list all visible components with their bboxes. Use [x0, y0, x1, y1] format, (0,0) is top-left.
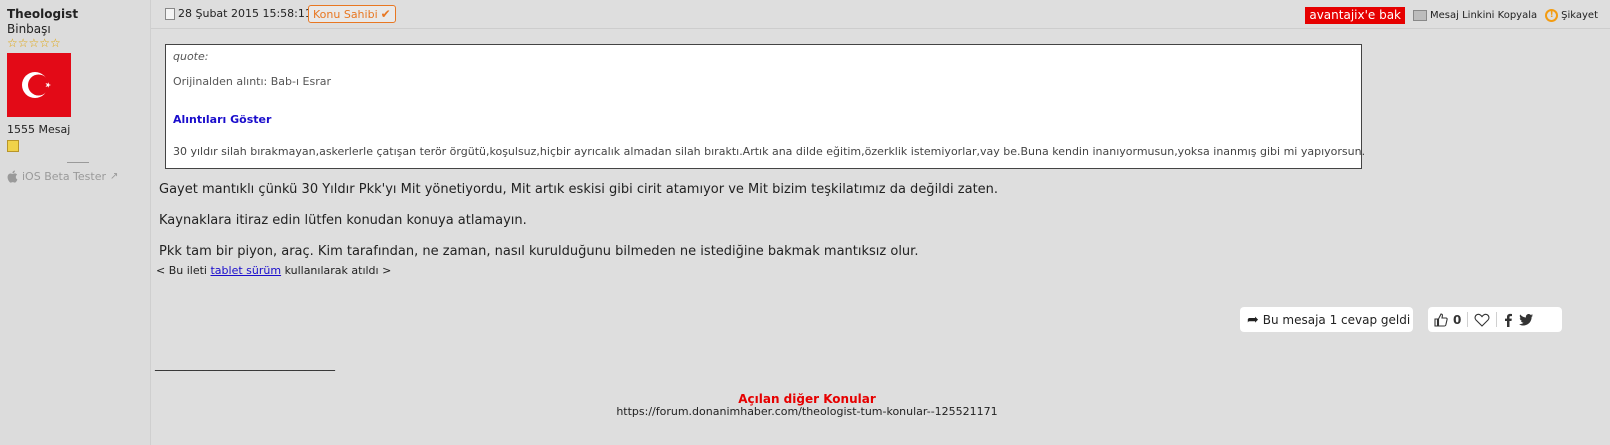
- external-link-icon: ↗: [110, 171, 119, 182]
- post-header-bar: 28 Şubat 2015 15:58:11 Konu Sahibi ✔ ava…: [151, 0, 1610, 29]
- user-rank: Binbaşı: [7, 22, 51, 36]
- user-sidebar: Theologist Binbaşı ☆☆☆☆☆ 1555 Mesaj iOS …: [0, 0, 151, 445]
- avatar[interactable]: [7, 53, 71, 117]
- tablet-version-link[interactable]: tablet sürüm: [210, 264, 281, 277]
- post-date-text: 28 Şubat 2015 15:58:11: [178, 7, 312, 20]
- replies-button[interactable]: ➦ Bu mesaja 1 cevap geldi: [1240, 307, 1413, 332]
- report-button[interactable]: ! Şikayet: [1545, 9, 1598, 22]
- quote-label: quote:: [173, 50, 209, 63]
- signature-separator: ______________________________: [155, 357, 335, 371]
- copy-link-label: Mesaj Linkini Kopyala: [1430, 10, 1538, 21]
- warning-icon: !: [1545, 9, 1559, 22]
- heart-icon: [1474, 313, 1490, 327]
- printer-icon: [1413, 10, 1428, 21]
- ios-label: iOS Beta Tester: [22, 170, 107, 183]
- award-badge-icon: [7, 140, 19, 152]
- reply-arrow-icon: ➦: [1247, 311, 1259, 328]
- post-actions: avantajix'e bak Mesaj Linkini Kopyala ! …: [1305, 7, 1598, 24]
- other-topics-url[interactable]: https://forum.donanimhaber.com/theologis…: [151, 405, 1463, 418]
- tablet-prefix: < Bu ileti: [156, 264, 211, 277]
- username[interactable]: Theologist: [7, 7, 150, 21]
- divider: [1496, 312, 1498, 327]
- replies-label: Bu mesaja 1 cevap geldi: [1262, 312, 1411, 327]
- apple-icon: [7, 170, 18, 183]
- quote-box: quote: Orijinalden alıntı: Bab-ı Esrar A…: [165, 44, 1366, 169]
- twitter-icon: [1519, 313, 1534, 325]
- message-count: 1555 Mesaj: [7, 123, 71, 136]
- post-paragraph-1: Gayet mantıklı çünkü 30 Yıldır Pkk'yı Mi…: [159, 182, 999, 197]
- other-topics-title: Açılan diğer Konular: [738, 392, 876, 406]
- post-paragraph-3: Pkk tam bir piyon, araç. Kim tarafından,…: [159, 244, 919, 259]
- tablet-note: < Bu ileti tablet sürüm kullanılarak atı…: [156, 264, 391, 277]
- thumbs-up-icon: [1434, 312, 1448, 327]
- copy-link-button[interactable]: Mesaj Linkini Kopyala: [1413, 10, 1537, 21]
- quote-text: 30 yıldır silah bırakmayan,askerlerle ça…: [173, 145, 1366, 158]
- owner-badge-label: Konu Sahibi: [313, 7, 378, 21]
- post-content: 28 Şubat 2015 15:58:11 Konu Sahibi ✔ ava…: [151, 0, 1610, 445]
- twitter-share-button[interactable]: [1519, 313, 1534, 326]
- checkmark-icon: ✔: [380, 6, 391, 21]
- ios-beta-tester[interactable]: iOS Beta Tester ↗: [7, 170, 150, 183]
- document-icon: [165, 7, 175, 20]
- favorite-button[interactable]: [1474, 313, 1490, 327]
- post-date: 28 Şubat 2015 15:58:11: [165, 7, 312, 20]
- divider: [67, 162, 89, 163]
- avantajix-button[interactable]: avantajix'e bak: [1305, 7, 1406, 24]
- topic-owner-badge: Konu Sahibi ✔: [308, 5, 396, 23]
- facebook-icon: [1505, 313, 1513, 327]
- quote-original: Orijinalden alıntı: Bab-ı Esrar: [173, 75, 331, 88]
- show-quotes-link[interactable]: Alıntıları Göster: [173, 113, 1354, 127]
- divider: [1467, 312, 1469, 327]
- social-actions: 0: [1428, 307, 1562, 332]
- turkish-flag-icon: [7, 53, 71, 117]
- tablet-suffix: kullanılarak atıldı >: [281, 264, 392, 277]
- report-label: Şikayet: [1561, 10, 1598, 21]
- like-count: 0: [1453, 312, 1462, 327]
- like-button[interactable]: 0: [1434, 313, 1461, 327]
- post-paragraph-2: Kaynaklara itiraz edin lütfen konudan ko…: [159, 213, 527, 228]
- rank-stars: ☆☆☆☆☆: [7, 36, 61, 50]
- facebook-share-button[interactable]: [1503, 313, 1513, 327]
